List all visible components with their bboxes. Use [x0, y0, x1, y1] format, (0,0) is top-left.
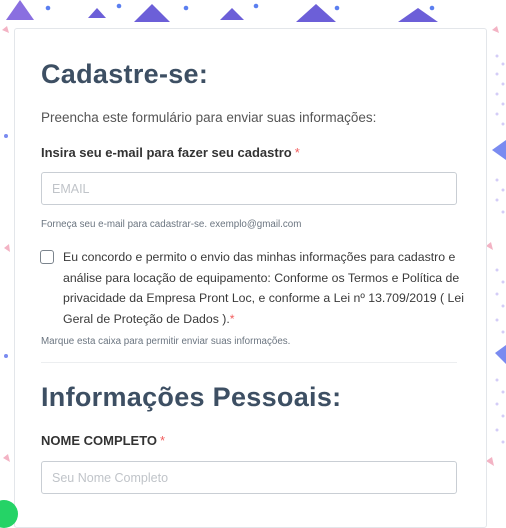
- consent-text: Eu concordo e permito o envio das minhas…: [63, 247, 467, 329]
- registration-form-card: Cadastre-se: Preencha este formulário pa…: [14, 28, 487, 528]
- full-name-label: NOME COMPLETO *: [41, 433, 165, 448]
- full-name-input[interactable]: [41, 461, 457, 494]
- required-mark: *: [294, 145, 300, 160]
- full-name-label-text: NOME COMPLETO: [41, 433, 158, 448]
- section-divider: [41, 362, 457, 363]
- consent-text-body: Eu concordo e permito o envio das minhas…: [63, 250, 464, 326]
- required-mark: *: [229, 311, 235, 326]
- form-title: Cadastre-se:: [41, 59, 209, 89]
- email-label-text: Insira seu e-mail para fazer seu cadastr…: [41, 145, 292, 160]
- consent-help-text: Marque esta caixa para permitir enviar s…: [41, 336, 291, 347]
- email-label: Insira seu e-mail para fazer seu cadastr…: [41, 145, 300, 160]
- email-input[interactable]: [41, 172, 457, 205]
- form-intro: Preencha este formulário para enviar sua…: [41, 110, 377, 125]
- personal-info-title: Informações Pessoais:: [41, 382, 342, 412]
- email-help-text: Forneça seu e-mail para cadastrar-se. ex…: [41, 219, 302, 230]
- required-mark: *: [160, 433, 166, 448]
- consent-checkbox[interactable]: [40, 250, 54, 264]
